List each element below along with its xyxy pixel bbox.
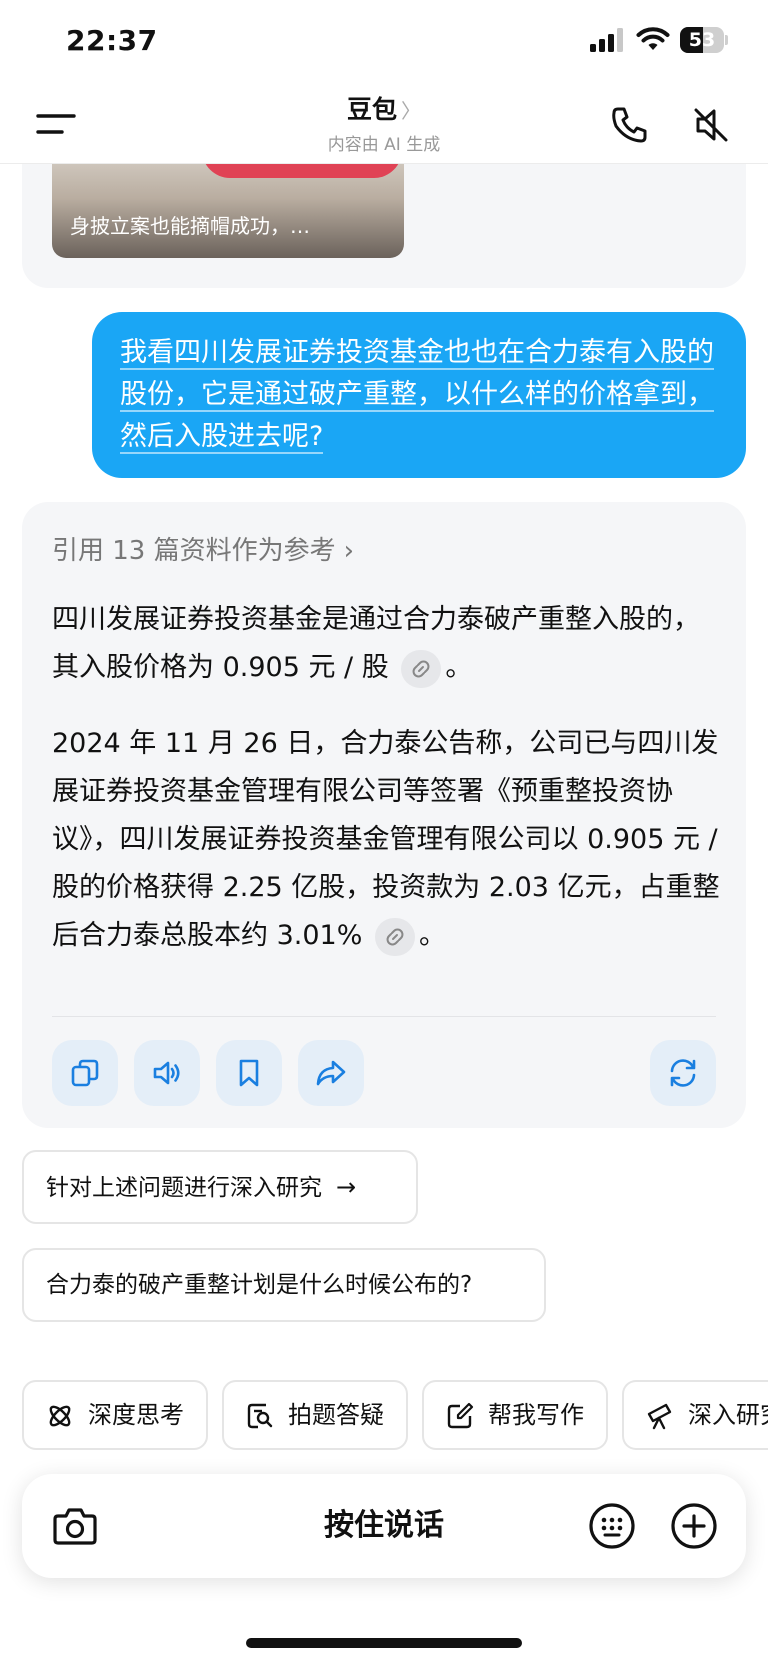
citation-link-icon[interactable]	[401, 649, 442, 688]
video-thumbnail[interactable]: 身披立案也能摘帽成功，…	[52, 150, 404, 258]
answer-text-end: 。	[418, 920, 446, 951]
telescope-icon	[647, 1403, 672, 1430]
chip-label: 深入研究	[688, 1401, 768, 1429]
suggestion-text: 合力泰的破产重整计划是什么时候公布的?	[46, 1272, 473, 1298]
references-label: 引用 13 篇资料作为参考	[52, 536, 336, 566]
chip-photo-question[interactable]: 拍题答疑	[222, 1380, 408, 1450]
menu-icon[interactable]	[36, 110, 76, 138]
nav-bar: 豆包〉 内容由 AI 生成	[0, 84, 768, 164]
input-bar: 按住说话	[22, 1474, 746, 1578]
chip-deep-think[interactable]: 深度思考	[22, 1380, 208, 1450]
arrow-right-icon: →	[336, 1173, 357, 1201]
write-icon	[447, 1402, 474, 1429]
wifi-icon	[636, 27, 670, 50]
divider	[52, 1016, 716, 1017]
status-time: 22:37	[66, 24, 158, 57]
bot-title-button[interactable]: 豆包〉 内容由 AI 生成	[234, 90, 534, 155]
suggestion-text: 针对上述问题进行深入研究	[46, 1175, 322, 1201]
photo-question-icon	[247, 1403, 273, 1429]
chip-label: 帮我写作	[488, 1401, 584, 1429]
references-link[interactable]: 引用 13 篇资料作为参考 ›	[52, 530, 354, 567]
regenerate-button[interactable]	[650, 1040, 716, 1106]
speaker-icon	[153, 1061, 180, 1085]
page-title: 豆包	[346, 95, 397, 124]
chevron-right-icon: ›	[343, 536, 355, 566]
answer-paragraph: 四川发展证券投资基金是通过合力泰破产重整入股的，其入股价格为 0.905 元 /…	[52, 596, 720, 692]
citation-link-icon[interactable]	[374, 917, 415, 956]
chip-write[interactable]: 帮我写作	[422, 1380, 608, 1450]
chip-label: 拍题答疑	[288, 1401, 384, 1429]
regenerate-icon	[670, 1059, 696, 1087]
battery-indicator: 53	[680, 27, 728, 53]
answer-text: 四川发展证券投资基金是通过合力泰破产重整入股的，其入股价格为 0.905 元 /…	[52, 604, 700, 683]
hold-to-talk-button[interactable]: 按住说话	[22, 1474, 746, 1578]
suggestion-question[interactable]: 合力泰的破产重整计划是什么时候公布的?	[22, 1248, 546, 1322]
keyboard-icon[interactable]	[588, 1502, 636, 1550]
chip-deep-research[interactable]: 深入研究	[622, 1380, 768, 1450]
user-message-text: 我看四川发展证券投资基金也也在合力泰有入股的股份，它是通过破产重整，以什么样的价…	[120, 337, 714, 454]
thumbnail-caption: 身披立案也能摘帽成功，…	[70, 214, 310, 238]
answer-text: 2024 年 11 月 26 日，合力泰公告称，公司已与四川发展证券投资基金管理…	[52, 728, 720, 951]
answer-paragraph: 2024 年 11 月 26 日，合力泰公告称，公司已与四川发展证券投资基金管理…	[52, 720, 720, 960]
answer-text-end: 。	[445, 652, 473, 683]
bookmark-button[interactable]	[216, 1040, 282, 1106]
copy-button[interactable]	[52, 1040, 118, 1106]
deep-think-icon	[49, 1405, 71, 1427]
user-message-bubble[interactable]: 我看四川发展证券投资基金也也在合力泰有入股的股份，它是通过破产重整，以什么样的价…	[92, 312, 746, 478]
ai-disclaimer: 内容由 AI 生成	[327, 135, 441, 155]
copy-icon	[71, 1059, 99, 1087]
status-bar: 22:37 53	[0, 0, 768, 84]
read-aloud-button[interactable]	[134, 1040, 200, 1106]
share-button[interactable]	[298, 1040, 364, 1106]
phone-icon[interactable]	[608, 104, 650, 146]
camera-icon[interactable]	[52, 1504, 98, 1548]
share-icon	[316, 1060, 346, 1086]
plus-icon[interactable]	[670, 1502, 718, 1550]
suggestion-deep-research[interactable]: 针对上述问题进行深入研究 →	[22, 1150, 418, 1224]
signal-icon	[590, 28, 623, 52]
speaker-muted-icon[interactable]	[690, 104, 732, 146]
bookmark-icon	[239, 1059, 259, 1087]
home-indicator	[246, 1638, 522, 1648]
battery-level: 53	[688, 29, 716, 51]
chip-label: 深度思考	[88, 1401, 184, 1429]
chevron-right-icon: 〉	[401, 99, 421, 123]
